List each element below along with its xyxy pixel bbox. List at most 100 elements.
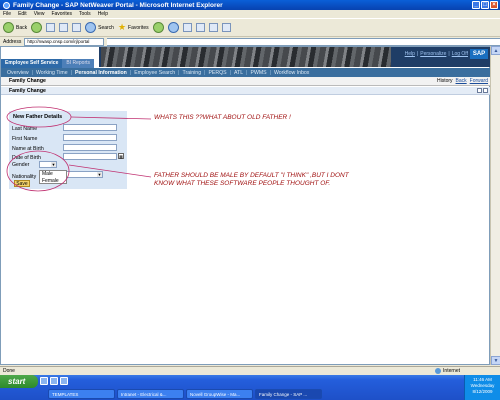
task-templates[interactable]: TEMPLATES [48,389,115,399]
scroll-down-icon[interactable]: ▼ [491,356,500,365]
address-bar: Address http://nwasp.cnsp.com/irj/portal [0,36,500,46]
window-controls: _ □ × [472,1,498,9]
nav-training[interactable]: Training [183,70,202,76]
calendar-icon[interactable]: ▦ [118,153,124,159]
task-family-change[interactable]: Family Change - SAP ... [255,389,322,399]
gender-option-male[interactable]: Male [40,171,66,178]
back-button[interactable]: Back [3,22,27,33]
chevron-down-icon: ▼ [97,172,102,177]
iview-maximize-icon[interactable] [483,88,488,93]
favorites-button[interactable]: ★ Favorites [118,23,149,32]
detailed-navigation: Overview | Working Time | Personal Informa… [1,68,490,77]
header-links: Help | Personalize | Log Off [404,51,468,57]
media-icon[interactable] [152,22,164,33]
tab-employee-self-service[interactable]: Employee Self Service [1,59,63,68]
first-name-label: First Name [12,136,38,142]
refresh-icon[interactable] [59,23,69,32]
stop-icon[interactable] [46,23,56,32]
quick-launch-icon[interactable] [60,377,68,385]
scroll-up-icon[interactable]: ▲ [491,46,500,55]
annotation-gender-line-2: KNOW WHAT THESE SOFTWARE PEOPLE THOUGHT … [154,180,331,187]
address-input-area[interactable] [107,37,500,46]
taskbar-buttons: TEMPLATES Intranet - Electrical &... Nov… [48,389,322,399]
menu-view[interactable]: View [34,11,45,17]
gender-label: Gender [12,162,30,168]
date-of-birth-label: Date of Birth [12,155,41,161]
address-input[interactable]: http://nwasp.cnsp.com/irj/portal [24,37,105,46]
back-arrow-icon [3,22,14,33]
nav-pwms[interactable]: PWMS [250,70,266,76]
nav-overview[interactable]: Overview [7,70,29,76]
chevron-down-icon: ▼ [51,162,56,167]
quick-launch [40,377,68,385]
header-banner-image [101,47,391,67]
print-icon[interactable] [195,23,205,32]
iview-title-bar: Family Change [1,87,490,95]
status-text: Done [3,368,15,374]
help-link[interactable]: Help [405,51,415,57]
mail-icon[interactable] [182,23,192,32]
page-title: Family Change [9,78,46,84]
menu-tools[interactable]: Tools [79,11,91,17]
history-links: History Back Forward [437,78,488,84]
last-name-label: Last Name [12,126,38,132]
nav-workflow-inbox[interactable]: Workflow Inbox [274,70,309,76]
menu-bar: File Edit View Favorites Tools Help [0,10,500,18]
history-icon[interactable] [167,22,179,33]
browser-viewport: Help | Personalize | Log Off SAP Employee … [0,46,490,365]
vertical-scrollbar[interactable]: ▲ ▼ [490,46,500,365]
nav-personal-information[interactable]: Personal Information [75,70,127,76]
internet-explorer-icon [3,1,10,9]
search-icon [85,22,97,33]
task-intranet[interactable]: Intranet - Electrical &... [117,389,184,399]
menu-edit[interactable]: Edit [18,11,27,17]
name-at-birth-label: Name at Birth [12,146,44,152]
menu-favorites[interactable]: Favorites [51,11,72,17]
messenger-icon[interactable] [221,23,231,32]
tab-bi-reports[interactable]: BI Reports [62,59,94,68]
gender-option-female[interactable]: Female [40,178,66,185]
quick-launch-icon[interactable] [50,377,58,385]
nav-employee-search[interactable]: Employee Search [134,70,175,76]
gender-select[interactable]: ▼ [39,161,57,168]
maximize-button[interactable]: □ [481,1,489,9]
close-button[interactable]: × [490,1,498,9]
iview-menu-icon[interactable] [477,88,482,93]
nav-atl[interactable]: ATL [234,70,243,76]
forward-button[interactable] [31,22,43,33]
window-title: Family Change - SAP NetWeaver Portal - M… [13,1,223,9]
personalize-link[interactable]: Personalize [420,51,446,57]
star-icon: ★ [117,22,127,32]
save-button[interactable]: Save [14,180,30,187]
browser-toolbar: Back Search ★ Favorites [0,18,500,36]
edit-icon[interactable] [208,23,218,32]
nationality-select[interactable]: ▼ [63,171,103,178]
status-bar: Done Internet [0,366,500,375]
zone-label: Internet [443,368,460,374]
system-tray: 11:46 AM Wednesday 8/12/2009 [464,375,500,400]
sap-logo: SAP [470,49,488,59]
window-title-bar: Family Change - SAP NetWeaver Portal - M… [0,0,500,10]
annotation-gender-line-1: FATHER SHOULD BE MALE BY DEFAULT "I THIN… [154,172,349,179]
annotation-old-father: WHATS THIS ??WHAT ABOUT OLD FATHER ! [154,114,291,121]
minimize-button[interactable]: _ [472,1,480,9]
log-off-link[interactable]: Log Off [452,51,468,57]
nav-working-time[interactable]: Working Time [36,70,68,76]
first-name-input[interactable] [63,134,117,141]
globe-icon [435,368,442,374]
task-groupwise[interactable]: Novell GroupWise - Ma... [186,389,253,399]
last-name-input[interactable] [63,124,117,131]
history-dropdown[interactable]: History [437,78,453,84]
forward-link[interactable]: Forward [470,78,488,84]
menu-help[interactable]: Help [98,11,108,17]
quick-launch-icon[interactable] [40,377,48,385]
form-title: New Father Details [13,114,63,120]
home-icon[interactable] [72,23,82,32]
menu-file[interactable]: File [3,11,11,17]
name-at-birth-input[interactable] [63,144,117,151]
search-button[interactable]: Search [85,22,114,33]
date-of-birth-input[interactable] [63,153,117,160]
nav-perqs[interactable]: PERQS [208,70,226,76]
start-button[interactable]: start [0,375,38,388]
back-link[interactable]: Back [456,78,467,84]
